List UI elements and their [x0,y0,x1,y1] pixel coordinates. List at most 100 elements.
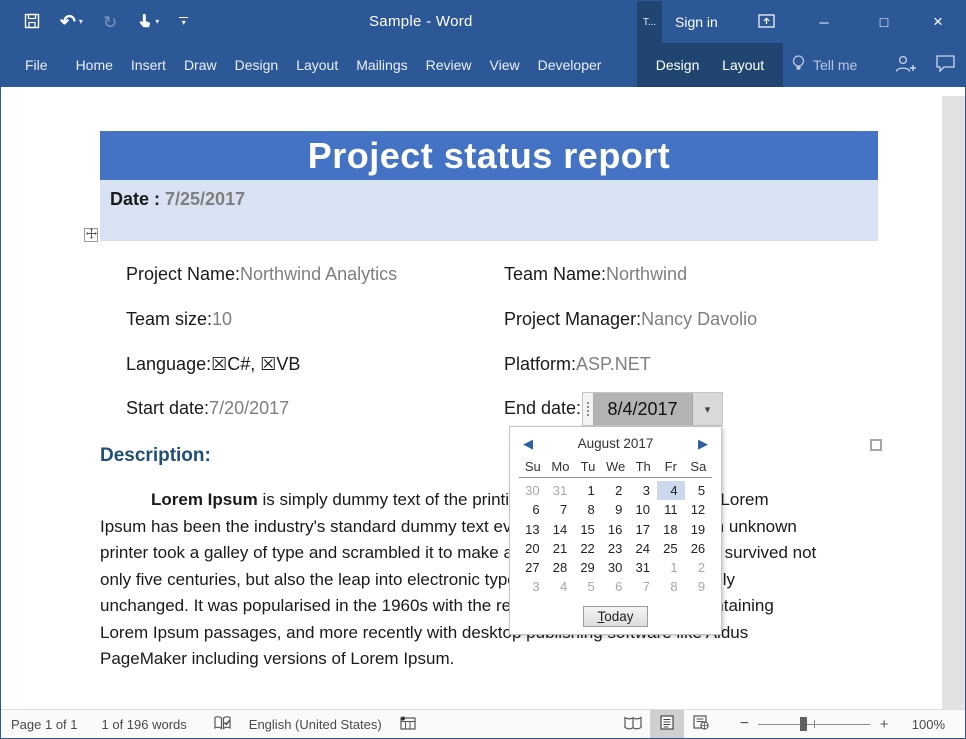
contextual-tab-design[interactable]: Design [652,43,704,87]
tab-draw[interactable]: Draw [175,43,226,87]
calendar-day[interactable]: 8 [657,577,685,596]
paragraph-line: Lorem Ipsum passages, and more recently … [100,620,890,647]
proofing-errors-button[interactable] [213,710,232,738]
calendar-day[interactable]: 7 [547,500,575,519]
contextual-tab-layout[interactable]: Layout [718,43,768,87]
calendar-day[interactable]: 17 [629,520,657,539]
calendar-day[interactable]: 2 [602,481,630,500]
redo-button[interactable]: ↻ [100,12,120,33]
tab-file[interactable]: File [16,43,57,87]
calendar-day[interactable]: 27 [519,558,547,577]
comments-button[interactable] [933,55,957,75]
team-name-value[interactable]: Northwind [606,264,687,284]
word-count-status[interactable]: 1 of 196 words [102,710,187,738]
calendar-day[interactable]: 15 [574,520,602,539]
tab-insert[interactable]: Insert [122,43,175,87]
language-checkboxes-value[interactable]: ☒C#, ☒VB [211,354,300,374]
calendar-day[interactable]: 28 [547,558,575,577]
calendar-day[interactable]: 8 [574,500,602,519]
prev-month-button[interactable]: ◀ [520,437,536,450]
calendar-day[interactable]: 20 [519,539,547,558]
calendar-day[interactable]: 19 [685,520,713,539]
calendar-day[interactable]: 30 [602,558,630,577]
calendar-day[interactable]: 24 [629,539,657,558]
calendar-day[interactable]: 9 [685,577,713,596]
calendar-day[interactable]: 9 [602,500,630,519]
date-dropdown-button[interactable]: ▾ [692,393,722,425]
calendar-day[interactable]: 26 [685,539,713,558]
minimize-button[interactable]: ─ [807,1,841,43]
calendar-day[interactable]: 29 [574,558,602,577]
start-date-value[interactable]: 7/20/2017 [209,398,289,418]
calendar-day[interactable]: 31 [629,558,657,577]
calendar-day-selected[interactable]: 4 [657,481,685,500]
calendar-day[interactable]: 5 [685,481,713,500]
calendar-day[interactable]: 22 [574,539,602,558]
vertical-scrollbar[interactable] [942,96,965,709]
maximize-button[interactable]: □ [867,1,901,43]
calendar-day[interactable]: 3 [629,481,657,500]
ribbon-display-options-button[interactable] [749,1,783,43]
calendar-day[interactable]: 11 [657,500,685,519]
calendar-day[interactable]: 31 [547,481,575,500]
tab-layout[interactable]: Layout [287,43,347,87]
team-size-value[interactable]: 10 [212,309,232,329]
tab-view[interactable]: View [481,43,529,87]
today-button[interactable]: Today [583,606,647,627]
calendar-day[interactable]: 7 [629,577,657,596]
zoom-slider-thumb[interactable] [800,717,807,731]
zoom-level-button[interactable]: 100% [906,716,951,733]
project-manager-value[interactable]: Nancy Davolio [641,309,757,329]
calendar-day[interactable]: 23 [602,539,630,558]
platform-value[interactable]: ASP.NET [576,354,651,374]
calendar-day[interactable]: 14 [547,520,575,539]
web-layout-button[interactable] [684,710,718,738]
end-date-content-control[interactable]: 8/4/2017 ▾ [582,392,723,426]
tab-design[interactable]: Design [226,43,288,87]
project-name-value[interactable]: Northwind Analytics [240,264,397,284]
calendar-day[interactable]: 4 [547,577,575,596]
calendar-day[interactable]: 21 [547,539,575,558]
calendar-day[interactable]: 25 [657,539,685,558]
calendar-day[interactable]: 6 [519,500,547,519]
table-move-handle[interactable] [84,228,98,242]
share-contact-button[interactable] [893,53,919,77]
touch-mouse-mode-button[interactable]: ▾ [134,11,162,34]
calendar-day[interactable]: 5 [574,577,602,596]
calendar-day[interactable]: 6 [602,577,630,596]
customize-quick-access-button[interactable]: ▾ [176,15,191,29]
calendar-day[interactable]: 3 [519,577,547,596]
end-date-value[interactable]: 8/4/2017 [593,393,692,425]
calendar-day[interactable]: 30 [519,481,547,500]
calendar-day[interactable]: 2 [685,558,713,577]
undo-button[interactable]: ↶ ▾ [57,11,86,34]
next-month-button[interactable]: ▶ [695,437,711,450]
tab-mailings[interactable]: Mailings [347,43,416,87]
sign-in-link[interactable]: Sign in [669,1,724,43]
zoom-out-button[interactable]: − [734,714,754,734]
document-area[interactable]: Project status report Date : 7/25/2017 P… [1,87,965,709]
calendar-day[interactable]: 12 [685,500,713,519]
calendar-day[interactable]: 1 [657,558,685,577]
save-button[interactable] [21,11,43,34]
content-control-handle-icon[interactable] [583,393,593,425]
calendar-day[interactable]: 18 [657,520,685,539]
print-layout-button[interactable] [650,710,684,738]
tell-me-box[interactable]: Tell me [791,43,857,87]
calendar-day[interactable]: 13 [519,520,547,539]
calendar-day[interactable]: 1 [574,481,602,500]
tab-developer[interactable]: Developer [529,43,611,87]
table-resize-handle[interactable] [870,439,882,451]
window-title: Sample - Word [369,1,473,43]
language-status[interactable]: English (United States) [249,710,382,738]
macro-recording-button[interactable] [400,710,416,738]
page-number-status[interactable]: Page 1 of 1 [11,710,78,738]
tab-review[interactable]: Review [417,43,481,87]
tab-home[interactable]: Home [67,43,122,87]
read-mode-button[interactable] [616,710,650,738]
close-button[interactable]: × [921,1,955,43]
calendar-day[interactable]: 16 [602,520,630,539]
zoom-in-button[interactable]: + [874,715,894,734]
zoom-slider[interactable] [758,710,870,738]
calendar-day[interactable]: 10 [629,500,657,519]
